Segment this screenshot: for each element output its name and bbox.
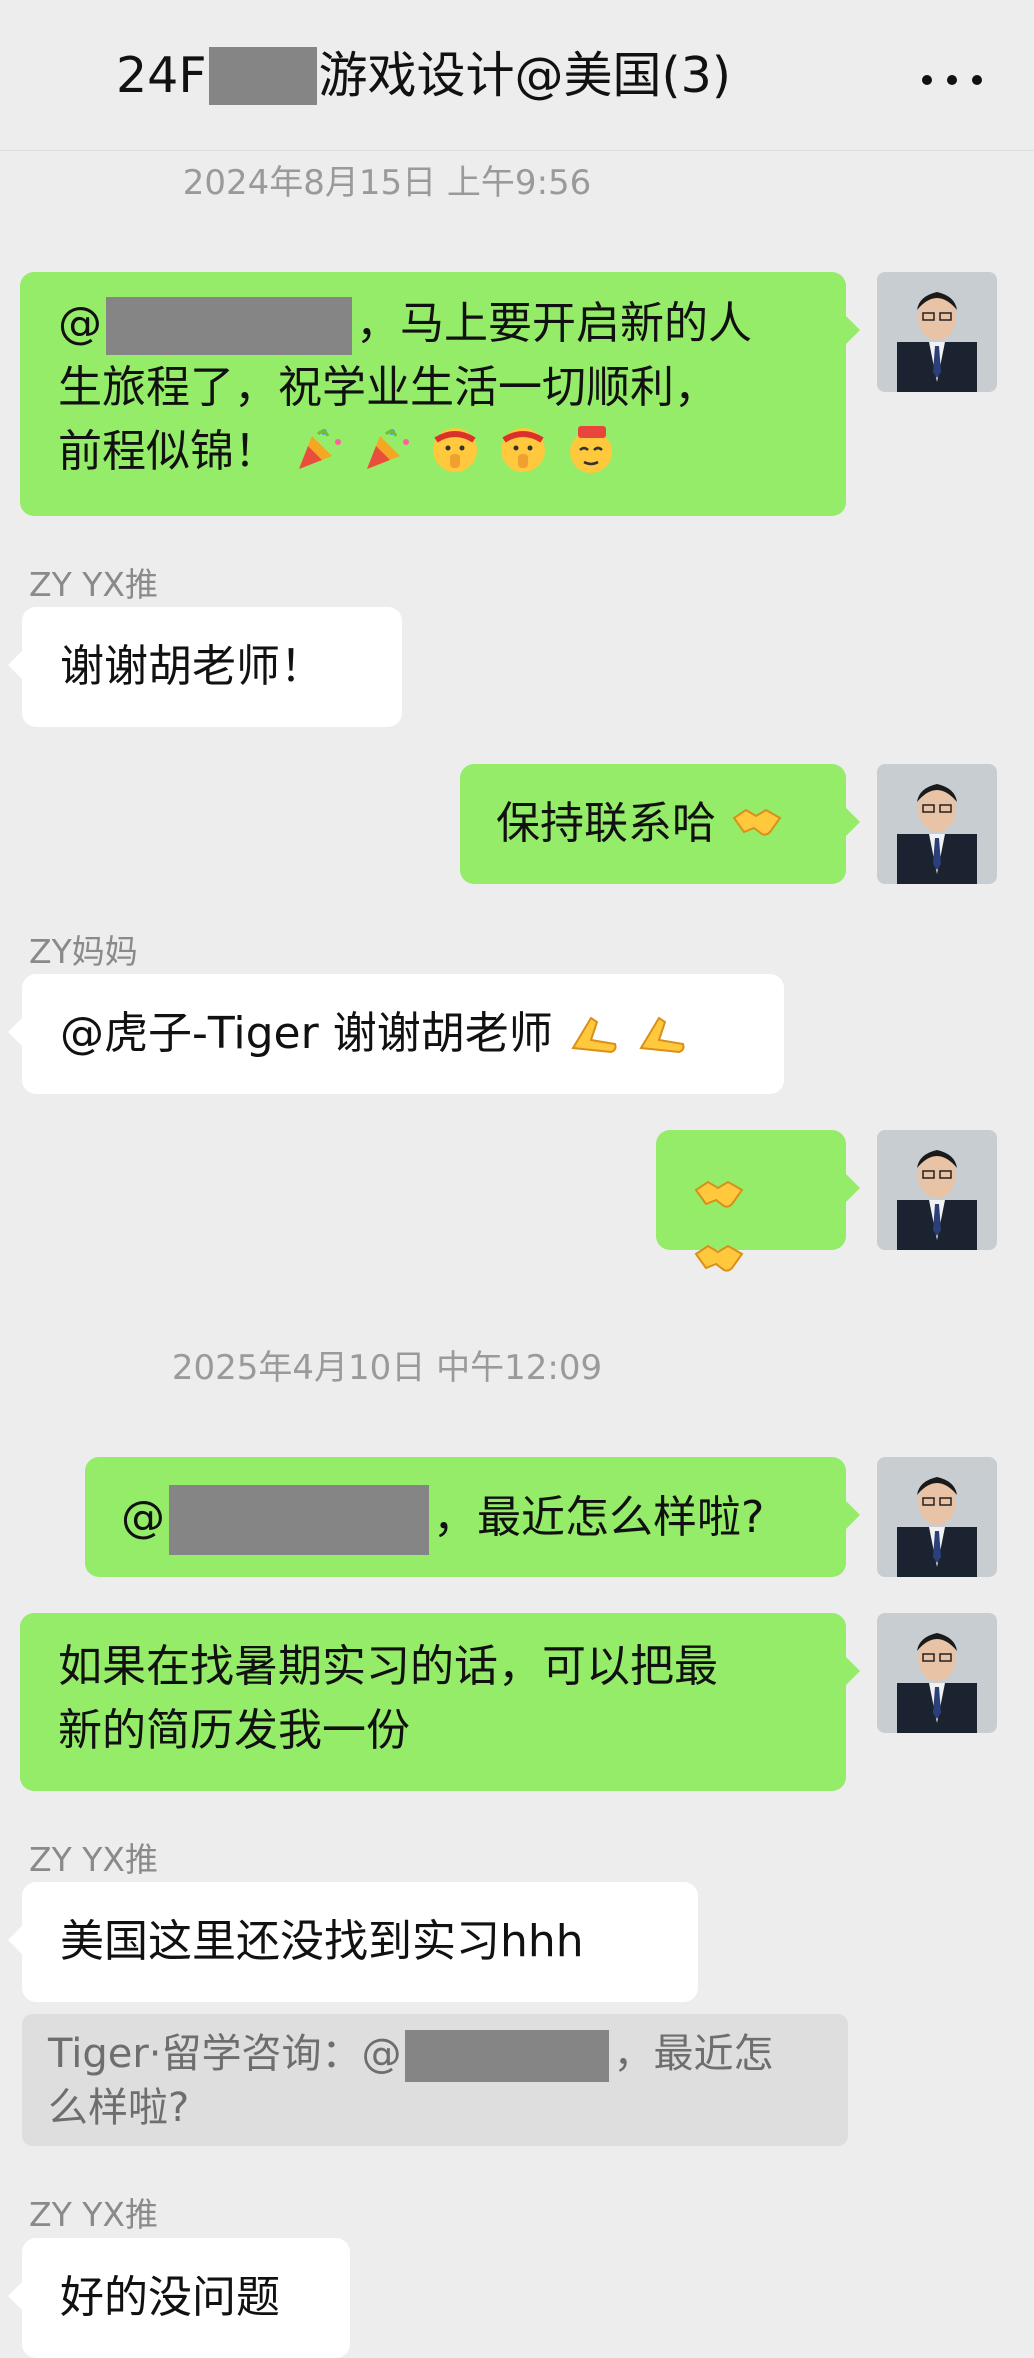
avatar[interactable] <box>877 764 997 884</box>
party-popper-icon <box>299 429 341 469</box>
sender-name: ZY YX推 <box>29 1840 159 1879</box>
avatar[interactable] <box>877 1130 997 1250</box>
message-bubble[interactable]: 如果在找暑期实习的话，可以把最 新的简历发我一份 <box>20 1613 860 1791</box>
timestamp: 2025年4月10日 中午12:09 <box>171 1348 603 1388</box>
avatar[interactable] <box>877 272 997 392</box>
pray-hands-icon <box>571 1016 617 1054</box>
message-line: @ ，马上要开启新的人 <box>58 292 808 356</box>
message-bubble[interactable]: 谢谢胡老师！ <box>8 607 402 727</box>
sender-name: ZY妈妈 <box>29 932 138 971</box>
redacted-block <box>208 47 317 105</box>
666-face-icon <box>570 426 612 473</box>
message-bubble[interactable]: @虎子-Tiger 谢谢胡老师 <box>8 974 784 1094</box>
shush-face-icon <box>501 428 545 472</box>
sender-name: ZY YX推 <box>29 565 159 604</box>
message-bubble[interactable] <box>656 1130 860 1272</box>
message-bubble[interactable]: 美国这里还没找到实习hhh <box>8 1882 698 2002</box>
message-line: 如果在找暑期实习的话，可以把最 <box>58 1641 718 1692</box>
handshake-icon <box>732 808 782 836</box>
redacted-block <box>106 297 352 355</box>
message-bubble[interactable]: 保持联系哈 <box>460 764 860 884</box>
chat-title-prefix: 24F <box>116 47 207 104</box>
message-bubble[interactable]: @ ，马上要开启新的人 生旅程了，祝学业生活一切顺利， 前程似锦！ <box>20 272 860 516</box>
timestamp: 2024年8月15日 上午9:56 <box>182 163 592 203</box>
message-bubble[interactable]: @ ，最近怎么样啦? <box>85 1457 860 1577</box>
quoted-message[interactable]: Tiger·留学咨询：@ ，最近怎 么样啦? <box>22 2014 848 2146</box>
handshake-icon <box>694 1180 744 1208</box>
message-line: @ ，最近怎么样啦? <box>85 1457 846 1583</box>
message-text: 美国这里还没找到实习hhh <box>60 1916 584 1967</box>
pray-hands-icon <box>639 1016 685 1054</box>
quote-line: 么样啦? <box>48 2085 190 2131</box>
message-text: @虎子-Tiger 谢谢胡老师 <box>60 1008 553 1059</box>
chat-title[interactable]: 24F 游戏设计@美国(3) <box>116 44 731 108</box>
message-text: 好的没问题 <box>60 2272 280 2323</box>
redacted-block <box>169 1485 429 1555</box>
quote-line: Tiger·留学咨询：@ ，最近怎 <box>48 2028 822 2082</box>
message-text: 保持联系哈 <box>496 798 716 849</box>
message-line: 生旅程了，祝学业生活一切顺利， <box>58 362 718 413</box>
avatar[interactable] <box>877 1457 997 1577</box>
shush-face-icon <box>433 428 477 472</box>
message-bubble[interactable]: 好的没问题 <box>8 2238 350 2358</box>
message-line: 前程似锦！ <box>58 420 808 484</box>
chat-header: 24F 游戏设计@美国(3) <box>0 0 1034 151</box>
sender-name: ZY YX推 <box>29 2195 159 2234</box>
more-dots-icon[interactable] <box>922 60 982 100</box>
redacted-block <box>405 2030 610 2082</box>
chat-title-suffix: 游戏设计@美国(3) <box>318 47 731 104</box>
message-text: 谢谢胡老师！ <box>60 641 324 692</box>
handshake-icon <box>694 1244 744 1272</box>
avatar[interactable] <box>877 1613 997 1733</box>
message-line: 新的简历发我一份 <box>58 1705 410 1756</box>
party-popper-icon <box>367 429 409 469</box>
